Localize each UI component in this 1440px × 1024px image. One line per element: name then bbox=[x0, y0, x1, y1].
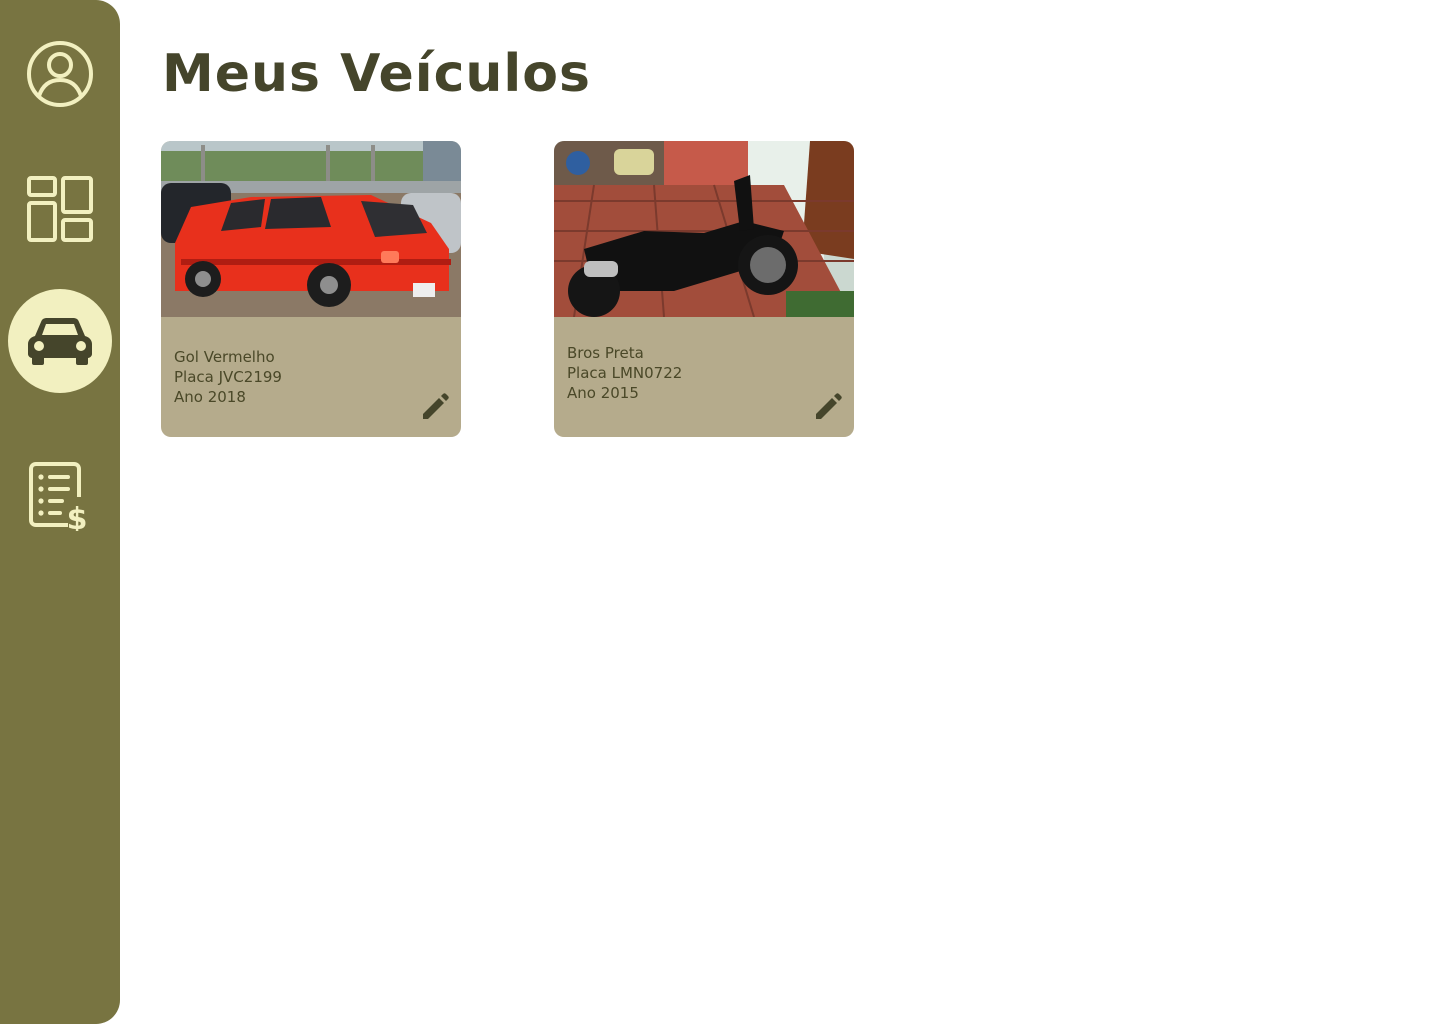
vehicle-year: Ano 2015 bbox=[567, 384, 639, 402]
vehicle-name: Bros Preta bbox=[567, 344, 644, 362]
vehicle-card[interactable]: Bros Preta Placa LMN0722 Ano 2015 bbox=[554, 141, 854, 437]
pencil-icon bbox=[423, 393, 449, 419]
vehicle-card[interactable]: Gol Vermelho Placa JVC2199 Ano 2018 bbox=[161, 141, 461, 437]
vehicle-details: Bros Preta Placa LMN0722 Ano 2015 bbox=[567, 343, 682, 403]
nav-vehicles[interactable] bbox=[8, 289, 112, 393]
red-hatchback-photo bbox=[161, 141, 461, 317]
nav-dashboard[interactable] bbox=[8, 157, 112, 261]
invoice-icon: $ bbox=[29, 462, 88, 531]
sidebar: $ bbox=[0, 0, 120, 1024]
edit-vehicle-button[interactable] bbox=[419, 391, 451, 423]
car-icon bbox=[28, 318, 92, 365]
nav-profile[interactable] bbox=[8, 22, 112, 126]
black-motorcycle-photo bbox=[554, 141, 854, 317]
pencil-icon bbox=[816, 393, 842, 419]
vehicle-name: Gol Vermelho bbox=[174, 348, 275, 366]
vehicle-plate: Placa LMN0722 bbox=[567, 364, 683, 382]
edit-vehicle-button[interactable] bbox=[812, 391, 844, 423]
vehicle-year: Ano 2018 bbox=[174, 388, 246, 406]
dashboard-icon bbox=[27, 176, 93, 242]
vehicle-plate: Placa JVC2199 bbox=[174, 368, 282, 386]
svg-text:$: $ bbox=[67, 502, 88, 531]
user-circle-icon bbox=[27, 41, 93, 107]
nav-expenses[interactable]: $ bbox=[8, 444, 112, 548]
vehicle-details: Gol Vermelho Placa JVC2199 Ano 2018 bbox=[174, 347, 282, 407]
page-title: Meus Veículos bbox=[162, 44, 591, 104]
